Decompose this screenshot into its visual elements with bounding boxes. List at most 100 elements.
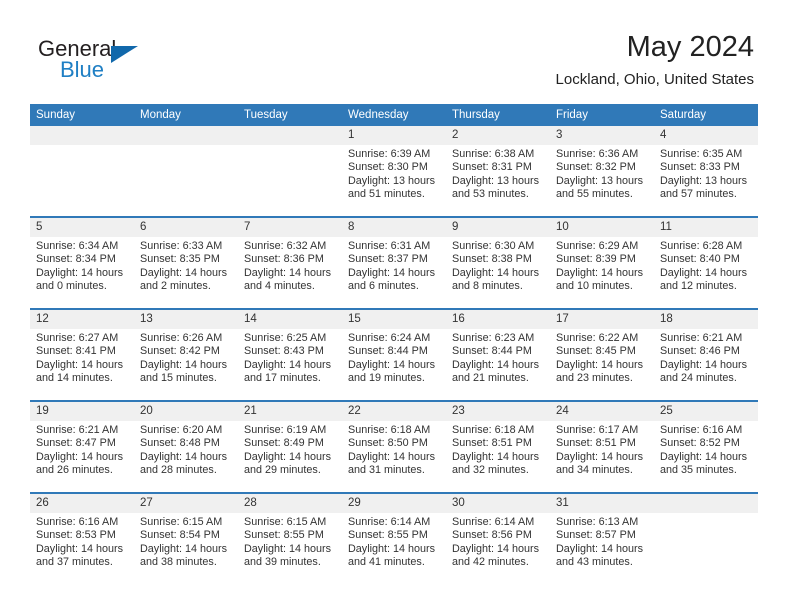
day-cell: 21 Sunrise: 6:19 AM Sunset: 8:49 PM Dayligh… — [238, 402, 342, 492]
calendar-cell[interactable]: 15 Sunrise: 6:24 AM Sunset: 8:44 PM Dayligh… — [342, 308, 446, 401]
sunset-text: Sunset: 8:37 PM — [348, 253, 428, 266]
calendar-cell[interactable]: 23 Sunrise: 6:18 AM Sunset: 8:51 PM Dayligh… — [446, 400, 550, 493]
day-details: Sunrise: 6:38 AM Sunset: 8:31 PM Daylight:… — [446, 145, 550, 202]
sunrise-text: Sunrise: 6:27 AM — [36, 332, 119, 344]
sunrise-text: Sunrise: 6:35 AM — [660, 148, 743, 160]
calendar-cell[interactable]: 24 Sunrise: 6:17 AM Sunset: 8:51 PM Dayligh… — [550, 400, 654, 493]
calendar-cell[interactable]: 6 Sunrise: 6:33 AM Sunset: 8:35 PM Daylight… — [134, 216, 238, 309]
day-number: 19 — [30, 402, 134, 421]
day-number: 21 — [238, 402, 342, 421]
day-details: Sunrise: 6:39 AM Sunset: 8:30 PM Daylight:… — [342, 145, 446, 202]
calendar-cell[interactable]: 10 Sunrise: 6:29 AM Sunset: 8:39 PM Dayligh… — [550, 216, 654, 309]
day-details: Sunrise: 6:17 AM Sunset: 8:51 PM Daylight:… — [550, 421, 654, 478]
day-details: Sunrise: 6:18 AM Sunset: 8:51 PM Daylight:… — [446, 421, 550, 478]
calendar-cell[interactable]: 16 Sunrise: 6:23 AM Sunset: 8:44 PM Dayligh… — [446, 308, 550, 401]
calendar-cell[interactable]: 13 Sunrise: 6:26 AM Sunset: 8:42 PM Dayligh… — [134, 308, 238, 401]
sunset-text: Sunset: 8:33 PM — [660, 161, 740, 174]
daylight-text-line1: Daylight: 14 hours — [660, 358, 748, 371]
calendar-cell[interactable]: 2 Sunrise: 6:38 AM Sunset: 8:31 PM Daylight… — [446, 126, 550, 217]
day-details: Sunrise: 6:18 AM Sunset: 8:50 PM Daylight:… — [342, 421, 446, 478]
day-number: 5 — [30, 218, 134, 237]
calendar-cell[interactable]: 22 Sunrise: 6:18 AM Sunset: 8:50 PM Dayligh… — [342, 400, 446, 493]
calendar-cell[interactable]: 5 Sunrise: 6:34 AM Sunset: 8:34 PM Daylight… — [30, 216, 134, 309]
calendar-cell[interactable]: 30 Sunrise: 6:14 AM Sunset: 8:56 PM Dayligh… — [446, 492, 550, 584]
calendar-cell[interactable]: 26 Sunrise: 6:16 AM Sunset: 8:53 PM Dayligh… — [30, 492, 134, 584]
triangle-icon — [111, 46, 138, 63]
sunrise-text: Sunrise: 6:34 AM — [36, 240, 119, 252]
sunset-text: Sunset: 8:44 PM — [348, 345, 428, 358]
calendar-cell[interactable]: 20 Sunrise: 6:20 AM Sunset: 8:48 PM Dayligh… — [134, 400, 238, 493]
calendar-cell[interactable]: 12 Sunrise: 6:27 AM Sunset: 8:41 PM Dayligh… — [30, 308, 134, 401]
calendar-cell[interactable]: 27 Sunrise: 6:15 AM Sunset: 8:54 PM Dayligh… — [134, 492, 238, 584]
calendar-cell[interactable]: 7 Sunrise: 6:32 AM Sunset: 8:36 PM Daylight… — [238, 216, 342, 309]
sunrise-text: Sunrise: 6:14 AM — [452, 516, 535, 528]
column-header-wednesday: Wednesday — [342, 104, 446, 126]
day-details: Sunrise: 6:27 AM Sunset: 8:41 PM Daylight:… — [30, 329, 134, 386]
calendar-cell[interactable]: 19 Sunrise: 6:21 AM Sunset: 8:47 PM Dayligh… — [30, 400, 134, 493]
calendar-cell[interactable]: 29 Sunrise: 6:14 AM Sunset: 8:55 PM Dayligh… — [342, 492, 446, 584]
daylight-text-line1: Daylight: 13 hours — [452, 174, 540, 187]
day-cell: 6 Sunrise: 6:33 AM Sunset: 8:35 PM Daylight… — [134, 218, 238, 308]
day-cell: 24 Sunrise: 6:17 AM Sunset: 8:51 PM Dayligh… — [550, 402, 654, 492]
calendar-week-row: 12 Sunrise: 6:27 AM Sunset: 8:41 PM Dayligh… — [30, 308, 758, 401]
calendar-cell[interactable]: 1 Sunrise: 6:39 AM Sunset: 8:30 PM Daylight… — [342, 126, 446, 217]
calendar-cell[interactable]: 9 Sunrise: 6:30 AM Sunset: 8:38 PM Daylight… — [446, 216, 550, 309]
day-details: Sunrise: 6:21 AM Sunset: 8:47 PM Daylight:… — [30, 421, 134, 478]
day-number: 24 — [550, 402, 654, 421]
day-number: 4 — [654, 126, 758, 145]
daylight-text-line1: Daylight: 14 hours — [244, 542, 332, 555]
daylight-text-line1: Daylight: 13 hours — [660, 174, 748, 187]
day-cell: 18 Sunrise: 6:21 AM Sunset: 8:46 PM Dayligh… — [654, 310, 758, 400]
calendar-cell[interactable]: 11 Sunrise: 6:28 AM Sunset: 8:40 PM Dayligh… — [654, 216, 758, 309]
daylight-text-line1: Daylight: 14 hours — [36, 266, 124, 279]
column-header-saturday: Saturday — [654, 104, 758, 126]
calendar-cell[interactable]: 18 Sunrise: 6:21 AM Sunset: 8:46 PM Dayligh… — [654, 308, 758, 401]
day-number: 11 — [654, 218, 758, 237]
daylight-text-line1: Daylight: 14 hours — [660, 450, 748, 463]
day-number: 23 — [446, 402, 550, 421]
calendar-cell[interactable]: 8 Sunrise: 6:31 AM Sunset: 8:37 PM Daylight… — [342, 216, 446, 309]
day-cell: 15 Sunrise: 6:24 AM Sunset: 8:44 PM Dayligh… — [342, 310, 446, 400]
day-number: 1 — [342, 126, 446, 145]
daylight-text-line1: Daylight: 14 hours — [36, 450, 124, 463]
day-details: Sunrise: 6:16 AM Sunset: 8:53 PM Daylight:… — [30, 513, 134, 570]
day-number: 18 — [654, 310, 758, 329]
title-block: May 2024 Lockland, Ohio, United States — [556, 30, 754, 90]
daylight-text-line1: Daylight: 14 hours — [452, 450, 540, 463]
sunset-text: Sunset: 8:51 PM — [452, 437, 532, 450]
daylight-text-line2: and 38 minutes. — [140, 556, 217, 569]
calendar-cell[interactable]: 21 Sunrise: 6:19 AM Sunset: 8:49 PM Dayligh… — [238, 400, 342, 493]
day-cell: 17 Sunrise: 6:22 AM Sunset: 8:45 PM Dayligh… — [550, 310, 654, 400]
daylight-text-line2: and 0 minutes. — [36, 280, 107, 293]
daylight-text-line2: and 17 minutes. — [244, 372, 321, 385]
day-cell: 26 Sunrise: 6:16 AM Sunset: 8:53 PM Dayligh… — [30, 494, 134, 584]
sunset-text: Sunset: 8:54 PM — [140, 529, 220, 542]
calendar-cell[interactable]: 17 Sunrise: 6:22 AM Sunset: 8:45 PM Dayligh… — [550, 308, 654, 401]
daylight-text-line2: and 34 minutes. — [556, 464, 633, 477]
calendar-week-row: 1 Sunrise: 6:39 AM Sunset: 8:30 PM Daylight… — [30, 126, 758, 217]
calendar-cell[interactable]: 31 Sunrise: 6:13 AM Sunset: 8:57 PM Dayligh… — [550, 492, 654, 584]
day-cell: 11 Sunrise: 6:28 AM Sunset: 8:40 PM Dayligh… — [654, 218, 758, 308]
day-details: Sunrise: 6:16 AM Sunset: 8:52 PM Daylight:… — [654, 421, 758, 478]
calendar-cell[interactable]: 3 Sunrise: 6:36 AM Sunset: 8:32 PM Daylight… — [550, 126, 654, 217]
sunrise-text: Sunrise: 6:32 AM — [244, 240, 327, 252]
daylight-text-line2: and 57 minutes. — [660, 188, 737, 201]
day-number: 3 — [550, 126, 654, 145]
sunset-text: Sunset: 8:40 PM — [660, 253, 740, 266]
day-details: Sunrise: 6:21 AM Sunset: 8:46 PM Daylight:… — [654, 329, 758, 386]
sunrise-text: Sunrise: 6:33 AM — [140, 240, 223, 252]
brand-logo[interactable]: General Blue — [38, 36, 268, 92]
day-number: 12 — [30, 310, 134, 329]
calendar-cell[interactable]: 28 Sunrise: 6:15 AM Sunset: 8:55 PM Dayligh… — [238, 492, 342, 584]
day-number: 31 — [550, 494, 654, 513]
calendar-cell[interactable]: 4 Sunrise: 6:35 AM Sunset: 8:33 PM Daylight… — [654, 126, 758, 217]
daylight-text-line2: and 55 minutes. — [556, 188, 633, 201]
sunrise-text: Sunrise: 6:26 AM — [140, 332, 223, 344]
calendar-cell[interactable]: 25 Sunrise: 6:16 AM Sunset: 8:52 PM Dayligh… — [654, 400, 758, 493]
sunset-text: Sunset: 8:51 PM — [556, 437, 636, 450]
calendar-cell[interactable]: 14 Sunrise: 6:25 AM Sunset: 8:43 PM Dayligh… — [238, 308, 342, 401]
day-details: Sunrise: 6:20 AM Sunset: 8:48 PM Daylight:… — [134, 421, 238, 478]
day-cell: 28 Sunrise: 6:15 AM Sunset: 8:55 PM Dayligh… — [238, 494, 342, 584]
calendar-header-row: Sunday Monday Tuesday Wednesday Thursday… — [30, 104, 758, 126]
column-header-friday: Friday — [550, 104, 654, 126]
